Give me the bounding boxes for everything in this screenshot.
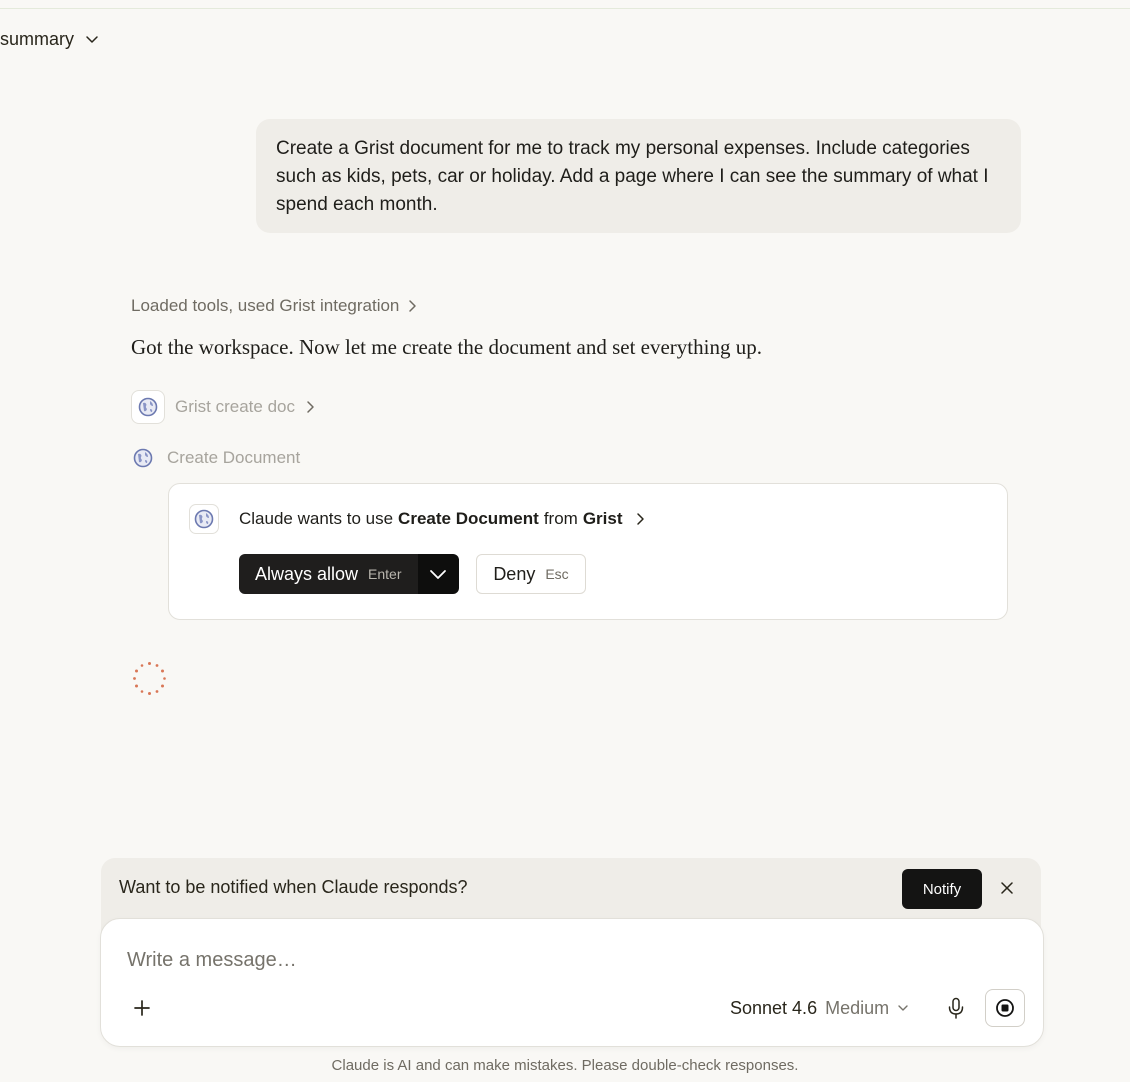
chevron-right-icon	[636, 513, 644, 525]
always-allow-label: Always allow	[255, 563, 359, 584]
user-message: Create a Grist document for me to track …	[256, 119, 1021, 233]
globe-icon	[133, 448, 153, 468]
close-notification-button[interactable]	[997, 878, 1017, 898]
disclaimer-text: Claude is AI and can make mistakes. Plea…	[331, 1057, 799, 1074]
tool-call-create-document: Create Document	[133, 448, 300, 468]
allow-button-group: Always allow Enter	[239, 554, 459, 594]
tool-icon-container	[131, 390, 165, 424]
globe-icon	[194, 509, 214, 529]
add-attachment-button[interactable]	[129, 995, 155, 1021]
allow-options-dropdown[interactable]	[417, 554, 459, 594]
conversation-title-text: summary	[0, 28, 75, 49]
assistant-message: Got the workspace. Now let me create the…	[131, 335, 762, 359]
tools-summary-text: Loaded tools, used Grist integration	[131, 296, 400, 315]
deny-button[interactable]: Deny Esc	[476, 554, 586, 594]
microphone-icon	[948, 997, 964, 1019]
esc-shortcut-hint: Esc	[545, 566, 569, 582]
message-composer: Sonnet 4.6 Medium	[100, 918, 1044, 1047]
notification-text: Want to be notified when Claude responds…	[119, 877, 468, 897]
stop-button[interactable]	[985, 989, 1025, 1027]
chevron-down-icon	[898, 1005, 908, 1011]
chevron-down-icon	[430, 570, 446, 579]
model-name: Sonnet 4.6	[730, 997, 818, 1018]
permission-card: Claude wants to use Create Document from…	[168, 483, 1008, 620]
deny-label: Deny	[493, 563, 536, 584]
enter-shortcut-hint: Enter	[368, 566, 402, 582]
tool-call-grist-create-doc[interactable]: Grist create doc	[131, 390, 317, 424]
permission-prefix: Claude wants to use	[239, 509, 394, 528]
permission-integration: Grist	[582, 509, 623, 528]
chevron-right-icon	[307, 401, 314, 413]
permission-tool-name: Create Document	[398, 509, 539, 528]
permission-middle: from	[543, 509, 578, 528]
tool-icon-container	[189, 504, 219, 534]
always-allow-button[interactable]: Always allow Enter	[239, 554, 418, 594]
plus-icon	[134, 1000, 150, 1016]
chevron-down-icon	[86, 36, 98, 43]
tool-call-label: Create Document	[167, 448, 301, 467]
tool-call-label: Grist create doc	[175, 397, 295, 416]
top-border	[0, 0, 1130, 9]
voice-input-button[interactable]	[944, 995, 968, 1021]
spinner-icon	[133, 662, 166, 695]
conversation-title[interactable]: summary	[0, 27, 100, 51]
chevron-right-icon	[409, 300, 417, 312]
permission-text: Claude wants to use Create Document from…	[239, 509, 648, 529]
stop-icon	[996, 999, 1014, 1017]
permission-header[interactable]: Claude wants to use Create Document from…	[189, 504, 648, 534]
notify-button[interactable]: Notify	[902, 869, 982, 909]
message-input[interactable]	[127, 945, 1007, 975]
globe-icon	[138, 397, 158, 417]
close-icon	[1001, 882, 1013, 894]
tools-summary-toggle[interactable]: Loaded tools, used Grist integration	[131, 296, 419, 316]
model-effort: Medium	[825, 997, 890, 1018]
model-selector[interactable]: Sonnet 4.6 Medium	[730, 995, 909, 1021]
